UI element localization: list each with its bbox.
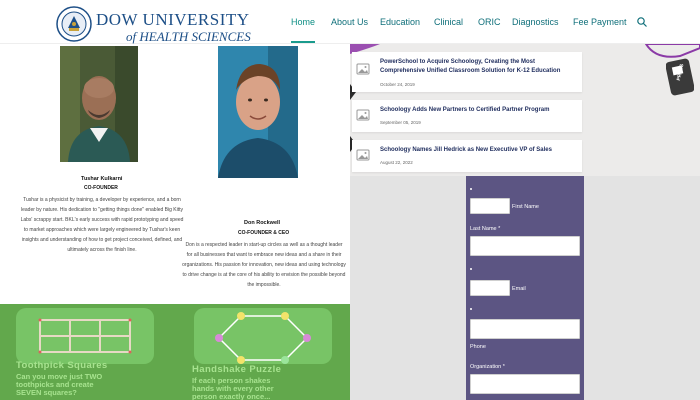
nav-active-indicator (291, 41, 315, 43)
nav-fee-payment[interactable]: Fee Payment (573, 17, 627, 27)
phone-input[interactable] (470, 319, 580, 339)
nav-diagnostics[interactable]: Diagnostics (512, 17, 559, 27)
toothpick-puzzle-title: Toothpick Squares (16, 360, 108, 371)
bullet-dot (470, 188, 472, 190)
site-header: DOW UNIVERSITY of HEALTH SCIENCES Home A… (0, 0, 700, 44)
contact-form: First Name Last Name * Email Phone Organ… (466, 176, 584, 400)
organization-input[interactable] (470, 374, 580, 394)
founders-section: Tushar Kulkarni CO-FOUNDER Tushar is a p… (0, 44, 350, 304)
logo-name-line2: of HEALTH SCIENCES (126, 29, 251, 44)
toothpick-puzzle-desc-line3: SEVEN squares? (16, 388, 77, 397)
organization-label: Organization * (470, 364, 505, 370)
nav-about-us[interactable]: About Us (331, 17, 368, 27)
news-date: August 22, 2022 (380, 160, 413, 165)
main-nav: Home About Us Education Clinical ORIC Di… (0, 17, 700, 31)
search-icon[interactable] (636, 16, 648, 28)
profile-photo-don (218, 46, 298, 178)
toothpick-puzzle-card[interactable] (16, 308, 154, 364)
bullet-dot (470, 268, 472, 270)
profile-title-tushar: CO-FOUNDER (84, 185, 118, 191)
handshake-puzzle-card[interactable] (194, 308, 332, 364)
last-name-input[interactable] (470, 236, 580, 256)
news-item[interactable]: Schoology Adds New Partners to Certified… (352, 100, 582, 132)
portrait-illustration (60, 46, 138, 162)
first-name-label: First Name (512, 204, 539, 210)
email-input[interactable] (470, 280, 510, 296)
nav-education[interactable]: Education (380, 17, 420, 27)
profile-bio-don: Don is a respected leader in start-up ci… (182, 242, 346, 288)
nav-oric[interactable]: ORIC (478, 17, 501, 27)
phone-label: Phone (470, 344, 486, 350)
image-placeholder-icon (356, 149, 370, 161)
news-date: October 24, 2019 (380, 82, 415, 87)
toothpick-grid-icon (38, 318, 132, 354)
press-badge: PRESS (666, 58, 694, 96)
news-title[interactable]: PowerSchool to Acquire Schoology, Creati… (380, 58, 580, 76)
puzzles-section: Toothpick Squares Can you move just TWO … (0, 304, 350, 400)
image-placeholder-icon (356, 63, 370, 75)
nav-clinical[interactable]: Clinical (434, 17, 463, 27)
last-name-label: Last Name * (470, 226, 501, 232)
email-label: Email (512, 286, 526, 292)
handshake-puzzle-desc-line3: person exactly once... (192, 392, 271, 400)
news-item[interactable]: Schoology Names Jill Hedrick as New Exec… (352, 140, 582, 172)
first-name-input[interactable] (470, 198, 510, 214)
portrait-illustration (218, 46, 298, 178)
page-root: DOW UNIVERSITY of HEALTH SCIENCES Home A… (0, 0, 700, 400)
profile-title-don: CO-FOUNDER & CEO (238, 230, 290, 236)
profile-photo-tushar (60, 46, 138, 162)
profile-name-tushar: Tushar Kulkarni (81, 176, 123, 182)
profile-name-don: Don Rockwell (244, 220, 281, 226)
news-item[interactable]: PowerSchool to Acquire Schoology, Creati… (352, 52, 582, 92)
news-title[interactable]: Schoology Adds New Partners to Certified… (380, 106, 580, 115)
profile-bio-tushar: Tushar is a physicist by training, a dev… (20, 197, 184, 253)
news-date: September 05, 2019 (380, 120, 421, 125)
news-title[interactable]: Schoology Names Jill Hedrick as New Exec… (380, 146, 580, 155)
bullet-dot (470, 308, 472, 310)
nav-home[interactable]: Home (291, 17, 315, 27)
contact-form-area: First Name Last Name * Email Phone Organ… (350, 176, 700, 400)
image-placeholder-icon (356, 109, 370, 121)
handshake-puzzle-title: Handshake Puzzle (192, 364, 282, 375)
news-section: PowerSchool to Acquire Schoology, Creati… (350, 44, 700, 176)
handshake-hexagon-icon (215, 312, 311, 364)
